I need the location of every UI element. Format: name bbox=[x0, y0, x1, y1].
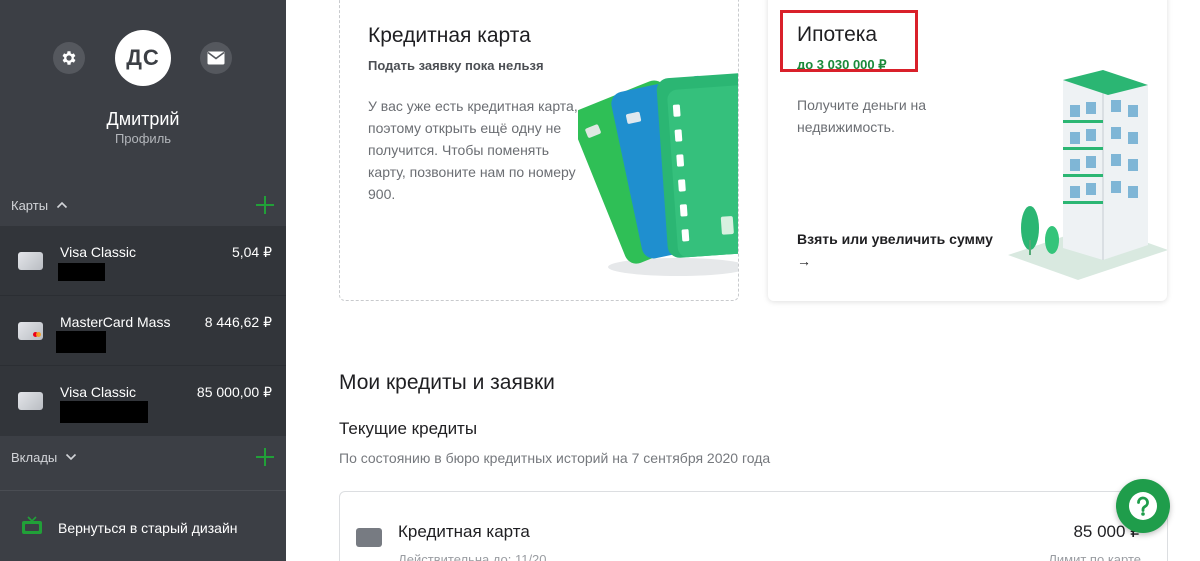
credit-item-name: Кредитная карта bbox=[398, 522, 530, 541]
card-balance: 5,04 ₽ bbox=[231, 244, 272, 260]
question-mark-icon bbox=[1129, 492, 1157, 520]
current-credits-title: Текущие кредиты bbox=[339, 419, 478, 438]
add-deposit-button[interactable] bbox=[254, 446, 276, 468]
settings-button[interactable] bbox=[53, 42, 85, 74]
card-name: Visa Classic bbox=[60, 244, 136, 260]
credit-card-product: Кредитная карта Подать заявку пока нельз… bbox=[339, 0, 739, 301]
product-title: Кредитная карта bbox=[368, 24, 531, 47]
mastercard-card-icon bbox=[18, 322, 43, 340]
envelope-icon bbox=[207, 51, 225, 65]
cards-list: Visa Classic 5,04 ₽ MasterCard Mass 8 44… bbox=[0, 226, 286, 436]
tv-icon bbox=[21, 516, 43, 541]
help-button[interactable] bbox=[1116, 479, 1170, 533]
current-credits-subtitle: По состоянию в бюро кредитных историй на… bbox=[339, 450, 771, 466]
credit-item-valid: Действительна до: 11/20 bbox=[398, 552, 547, 561]
mortgage-cta[interactable]: Взять или увеличить сумму → bbox=[797, 228, 993, 272]
card-balance: 85 000,00 ₽ bbox=[196, 384, 272, 400]
avatar-initials: ДС bbox=[126, 45, 160, 70]
card-balance: 8 446,62 ₽ bbox=[204, 314, 272, 330]
visa-card-icon bbox=[18, 392, 43, 410]
redacted-card-number bbox=[58, 263, 105, 281]
chevron-up-icon bbox=[56, 201, 68, 209]
redacted-card-number bbox=[56, 331, 106, 353]
card-name: Visa Classic bbox=[60, 384, 136, 400]
cards-section-header[interactable]: Карты bbox=[0, 190, 286, 220]
add-card-button[interactable] bbox=[254, 194, 276, 216]
building-illustration bbox=[1008, 70, 1167, 280]
credits-section-title: Мои кредиты и заявки bbox=[339, 371, 555, 394]
old-design-link[interactable]: Вернуться в старый дизайн bbox=[0, 490, 286, 561]
credit-item-limit-label: Лимит по карте bbox=[1048, 552, 1141, 561]
old-design-label: Вернуться в старый дизайн bbox=[58, 520, 238, 536]
arrow-right-icon: → bbox=[797, 253, 811, 269]
card-item-visa-classic[interactable]: Visa Classic 85 000,00 ₽ bbox=[0, 366, 286, 436]
credit-cards-illustration bbox=[578, 72, 738, 276]
credit-item[interactable]: Кредитная карта 85 000 ₽ Действительна д… bbox=[339, 491, 1168, 561]
card-name: MasterCard Mass bbox=[60, 314, 171, 330]
mortgage-product[interactable]: Ипотека до 3 030 000 ₽ Получите деньги н… bbox=[768, 0, 1167, 301]
product-description: У вас уже есть кредитная карта, поэтому … bbox=[368, 98, 578, 202]
card-item-mastercard-mass[interactable]: MasterCard Mass 8 446,62 ₽ bbox=[0, 296, 286, 366]
visa-card-icon bbox=[18, 252, 43, 270]
deposits-section-label: Вклады bbox=[11, 449, 58, 465]
messages-button[interactable] bbox=[200, 42, 232, 74]
mortgage-cta-label: Взять или увеличить сумму bbox=[797, 231, 993, 247]
redacted-card-number bbox=[60, 401, 148, 423]
profile-link[interactable]: Профиль bbox=[0, 131, 286, 146]
main-content: Кредитная карта Подать заявку пока нельз… bbox=[286, 0, 1200, 561]
cards-section-label: Карты bbox=[11, 197, 49, 213]
deposits-section-header[interactable]: Вклады bbox=[0, 442, 286, 472]
avatar[interactable]: ДС bbox=[115, 30, 171, 86]
card-item-visa-classic[interactable]: Visa Classic 5,04 ₽ bbox=[0, 226, 286, 296]
product-subtitle: Подать заявку пока нельзя bbox=[368, 58, 544, 73]
sidebar: ДС Дмитрий Профиль Карты Visa Classic 5,… bbox=[0, 0, 286, 561]
gear-icon bbox=[62, 51, 76, 65]
credit-card-icon bbox=[356, 528, 382, 547]
highlight-box bbox=[780, 10, 918, 72]
chevron-down-icon bbox=[65, 453, 77, 461]
user-name: Дмитрий bbox=[106, 109, 180, 129]
product-description: Получите деньги на недвижимость. bbox=[797, 97, 927, 135]
